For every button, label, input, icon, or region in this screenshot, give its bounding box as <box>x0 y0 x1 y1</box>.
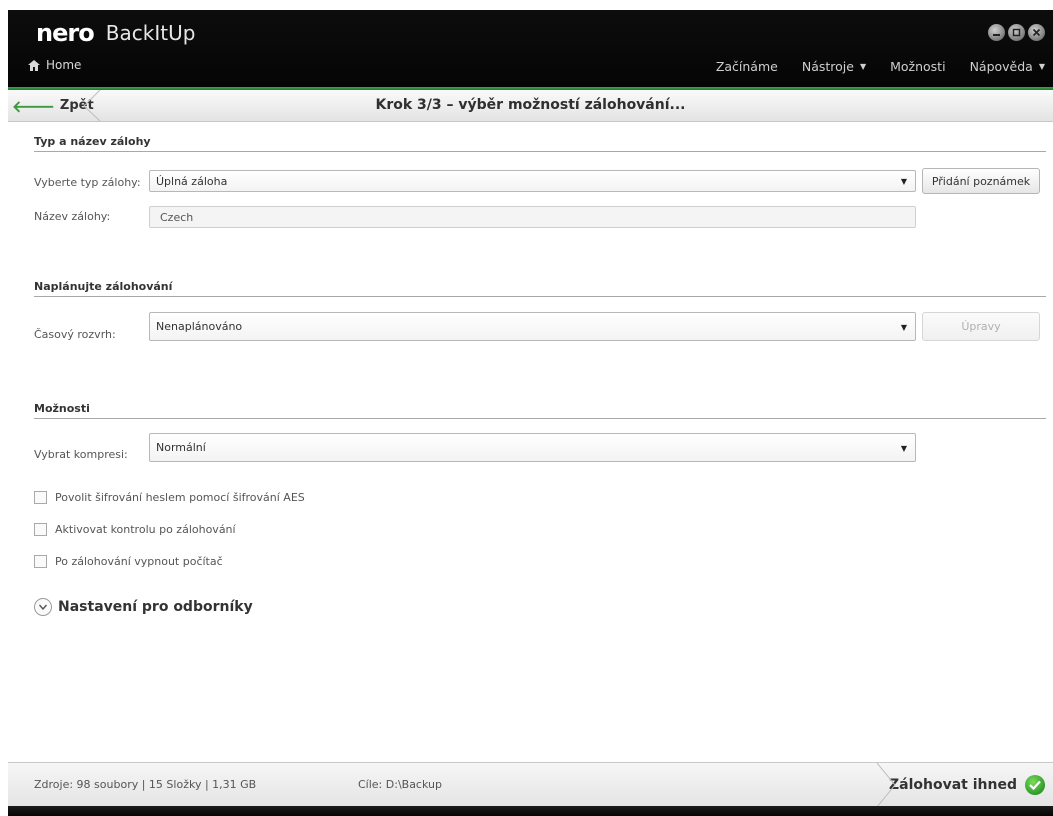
add-notes-button[interactable]: Přidání poznámek <box>922 168 1040 194</box>
close-icon <box>1032 28 1041 37</box>
compression-label: Vybrat kompresi: <box>34 448 128 461</box>
dropdown-arrow-icon: ▼ <box>900 323 907 332</box>
edit-schedule-label: Úpravy <box>961 320 1001 333</box>
schedule-select[interactable]: Nenaplánováno ▼ <box>149 312 916 341</box>
step-title: Krok 3/3 – výběr možností zálohování... <box>375 97 686 113</box>
app-window: nero BackItUp Home Začínáme Nástroje ▼ M… <box>8 10 1053 816</box>
schedule-value: Nenaplánováno <box>156 320 243 333</box>
title-bar: nero BackItUp Home Začínáme Nástroje ▼ M… <box>8 10 1053 87</box>
destination-summary: Cíle: D:\Backup <box>358 778 442 791</box>
backup-now-button[interactable]: Zálohovat ihned <box>873 763 1053 807</box>
expert-settings-expander[interactable]: Nastavení pro odborníky <box>34 598 253 616</box>
shutdown-after-backup-checkbox[interactable]: Po zálohování vypnout počítač <box>34 555 223 568</box>
section-divider <box>34 296 1046 297</box>
backup-name-field[interactable]: Czech <box>149 206 916 228</box>
menu-nastroje[interactable]: Nástroje ▼ <box>802 59 866 74</box>
schedule-label: Časový rozvrh: <box>34 328 116 341</box>
checkbox-label: Aktivovat kontrolu po zálohování <box>55 523 236 536</box>
edit-schedule-button[interactable]: Úpravy <box>922 312 1040 341</box>
menu-moznosti[interactable]: Možnosti <box>890 59 945 74</box>
verify-after-backup-checkbox[interactable]: Aktivovat kontrolu po zálohování <box>34 523 236 536</box>
expert-settings-label: Nastavení pro odborníky <box>58 599 253 615</box>
backup-separator <box>876 763 896 807</box>
backup-name-label: Název zálohy: <box>34 210 111 223</box>
checkbox-box[interactable] <box>34 491 47 504</box>
menu-label: Možnosti <box>890 59 946 74</box>
section-divider <box>34 151 1046 152</box>
maximize-button[interactable] <box>1008 24 1025 41</box>
app-brand: nero BackItUp <box>36 19 195 49</box>
checkbox-label: Povolit šifrování heslem pomocí šifrován… <box>55 491 305 504</box>
menu-napoveda[interactable]: Nápověda ▼ <box>970 59 1045 74</box>
home-icon <box>28 59 40 71</box>
backup-type-label: Vyberte typ zálohy: <box>34 176 141 189</box>
dropdown-arrow-icon: ▼ <box>900 177 907 186</box>
menu-label: Nápověda <box>969 59 1033 74</box>
backup-type-select[interactable]: Úplná záloha ▼ <box>149 170 916 192</box>
menu-label: Nástroje <box>801 59 854 74</box>
caret-down-icon: ▼ <box>859 62 867 71</box>
backup-now-label: Zálohovat ihned <box>889 777 1017 793</box>
aes-encryption-checkbox[interactable]: Povolit šifrování heslem pomocí šifrován… <box>34 491 305 504</box>
section-divider <box>34 418 1046 419</box>
menu-label: Začínáme <box>715 59 778 74</box>
add-notes-label: Přidání poznámek <box>931 174 1031 188</box>
home-label: Home <box>46 58 82 72</box>
section-title-schedule: Naplánujte zálohování <box>34 280 173 293</box>
source-summary: Zdroje: 98 soubory | 15 Složky | 1,31 GB <box>34 778 257 791</box>
bottom-edge <box>8 806 1053 816</box>
section-title-type: Typ a název zálohy <box>34 135 151 148</box>
window-controls <box>988 24 1045 41</box>
checkmark-icon <box>1025 775 1045 795</box>
step-bar: 🡐 Zpět Krok 3/3 – výběr možností zálohov… <box>8 90 1053 122</box>
nero-logo: nero <box>36 19 95 47</box>
compression-select[interactable]: Normální ▼ <box>149 433 916 462</box>
section-title-options: Možnosti <box>34 402 90 415</box>
status-bar: Zdroje: 98 soubory | 15 Složky | 1,31 GB… <box>8 762 1053 807</box>
compression-value: Normální <box>156 441 206 454</box>
chevron-down-icon <box>34 598 52 616</box>
checkbox-box[interactable] <box>34 555 47 568</box>
backup-name-value: Czech <box>160 210 194 224</box>
minimize-button[interactable] <box>988 24 1005 41</box>
backup-type-value: Úplná záloha <box>156 174 228 188</box>
caret-down-icon: ▼ <box>1038 62 1045 71</box>
checkbox-box[interactable] <box>34 523 47 536</box>
top-menu: Začínáme Nástroje ▼ Možnosti Nápověda ▼ <box>692 59 1045 74</box>
checkbox-label: Po zálohování vypnout počítač <box>55 555 223 568</box>
home-link[interactable]: Home <box>28 58 81 72</box>
dropdown-arrow-icon: ▼ <box>900 444 907 453</box>
menu-zaciname[interactable]: Začínáme <box>716 59 778 74</box>
close-button[interactable] <box>1028 24 1045 41</box>
minimize-icon <box>993 34 1000 36</box>
app-name: BackItUp <box>105 21 196 45</box>
maximize-icon <box>1012 28 1021 37</box>
